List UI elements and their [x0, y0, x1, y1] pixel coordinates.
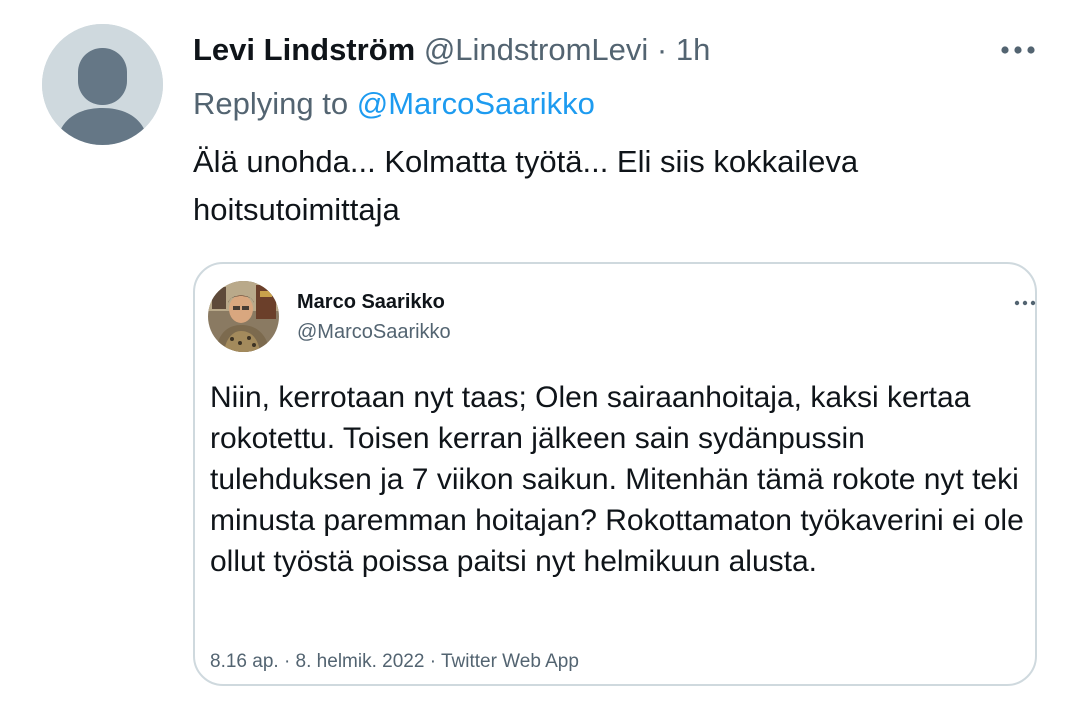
more-options-button[interactable]	[998, 40, 1038, 60]
tweet-text: Älä unohda... Kolmatta työtä... Eli siis…	[193, 144, 859, 227]
quoted-author-handle[interactable]: @MarcoSaarikko	[297, 320, 451, 344]
author-handle[interactable]: @LindstromLevi	[424, 32, 648, 67]
replying-to-mention-link[interactable]: @MarcoSaarikko	[357, 86, 595, 121]
tweet-timestamp[interactable]: 1h	[676, 32, 710, 67]
more-horizontal-icon	[1001, 46, 1035, 54]
quoted-tweet-text: Niin, kerrotaan nyt taas; Olen sairaanho…	[210, 381, 1024, 578]
author-avatar[interactable]	[42, 24, 163, 145]
default-avatar-icon	[42, 24, 163, 145]
quoted-author-name[interactable]: Marco Saarikko	[297, 290, 445, 314]
profile-photo-icon	[208, 281, 279, 352]
author-name[interactable]: Levi Lindström	[193, 32, 415, 67]
quoted-more-options-button[interactable]	[1013, 296, 1037, 308]
header-separator: ·	[648, 32, 676, 67]
reply-tweet[interactable]: Levi Lindström @LindstromLevi · 1h Reply…	[0, 0, 1080, 708]
quoted-tweet-footer[interactable]: 8.16 ap. · 8. helmik. 2022 · Twitter Web…	[210, 650, 579, 674]
replying-to-line: Replying to @MarcoSaarikko	[193, 84, 595, 124]
more-horizontal-icon	[1014, 300, 1036, 306]
quoted-tweet-card[interactable]: Marco Saarikko @MarcoSaarikko Niin, kerr…	[193, 262, 1037, 686]
replying-to-label: Replying to	[193, 86, 357, 121]
tweet-header: Levi Lindström @LindstromLevi · 1h	[193, 30, 710, 70]
quoted-author-avatar[interactable]	[208, 281, 279, 352]
